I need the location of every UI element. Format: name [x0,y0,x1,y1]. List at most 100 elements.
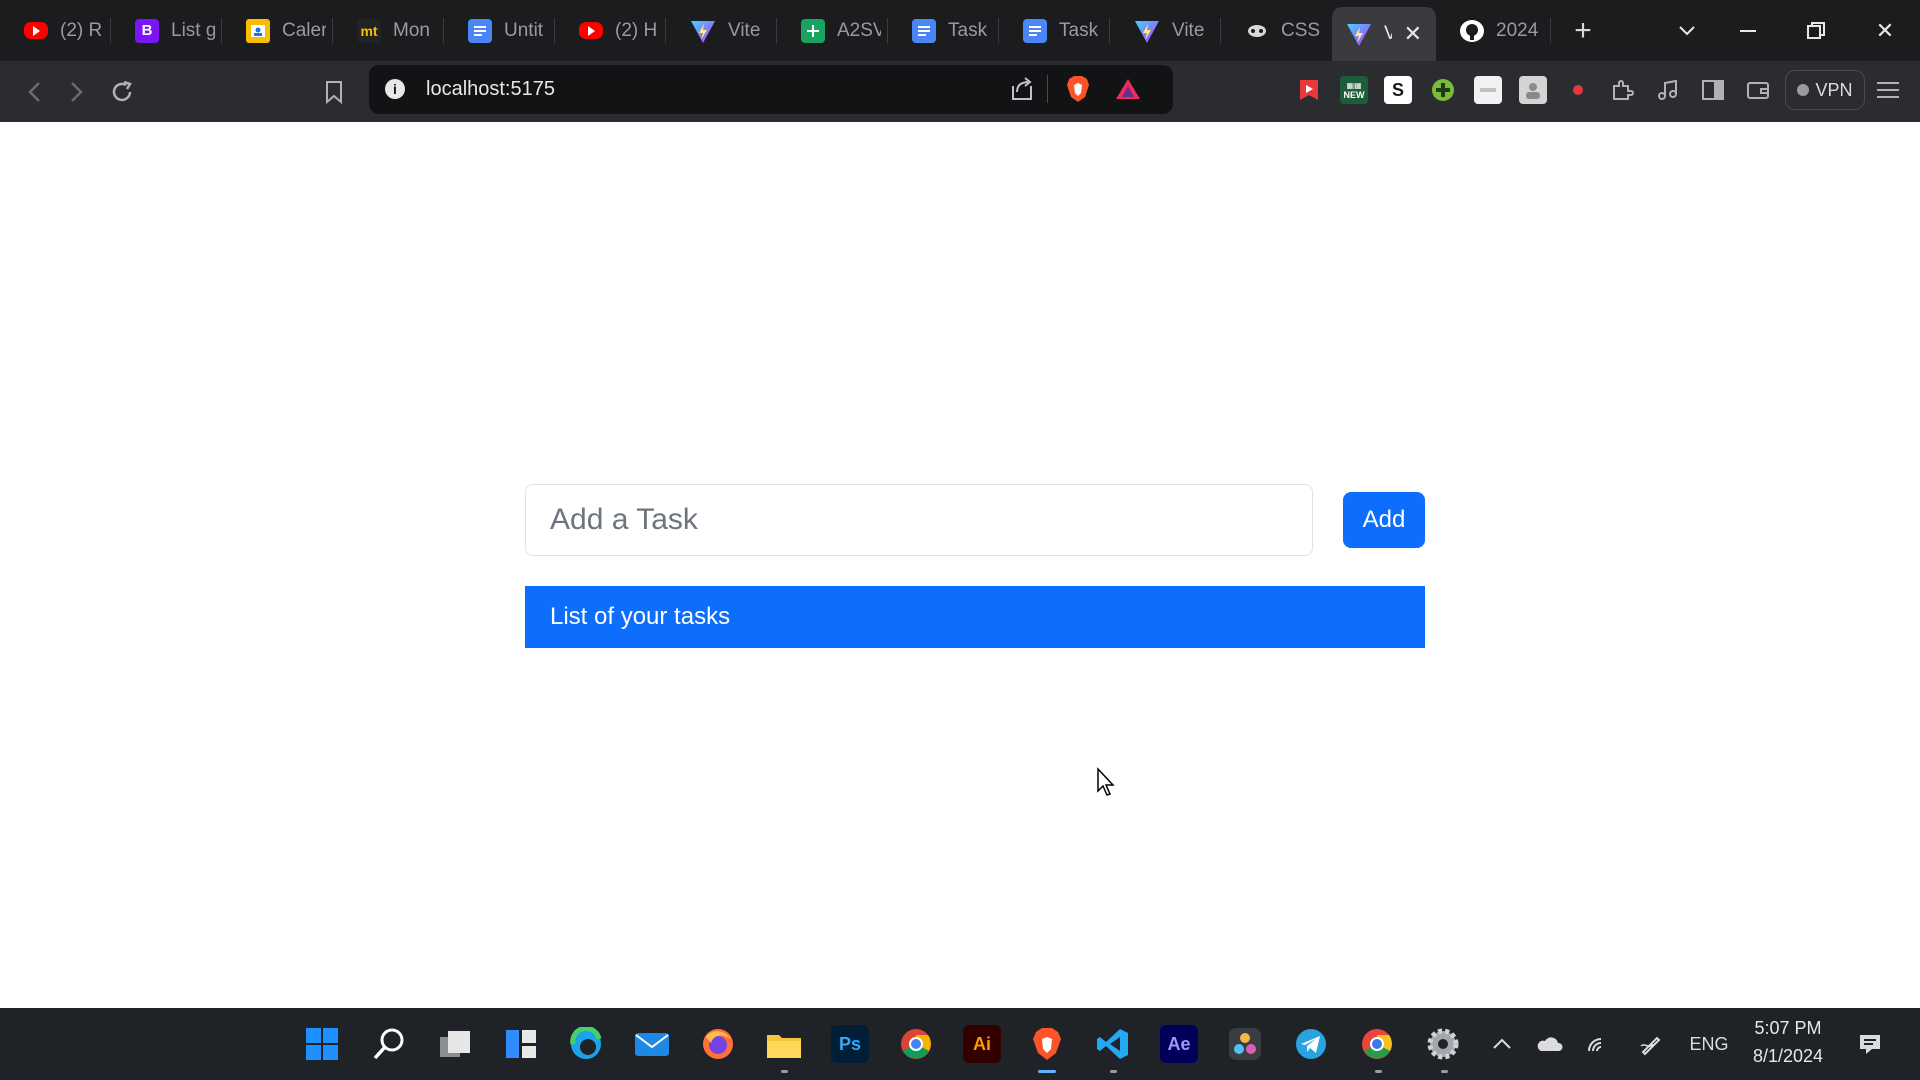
vite-icon [1134,18,1160,44]
bootstrap-icon: B [135,18,159,43]
firefox-icon[interactable] [699,1025,737,1063]
address-bar[interactable]: i localhost:5175 [369,65,1173,114]
telegram-icon[interactable] [1292,1025,1330,1063]
tab-label: Mon [393,19,430,41]
tab-label: Caler [282,19,326,41]
start-icon[interactable] [303,1025,341,1063]
tab[interactable]: Task [999,0,1110,61]
open-indicator [1441,1070,1448,1073]
tab-label: Vite [1172,19,1205,41]
puzzle-icon[interactable] [1608,76,1636,104]
open-indicator [1110,1070,1117,1073]
add-task-input[interactable] [525,484,1313,556]
tab-label: Vite [728,19,761,41]
brave-icon[interactable] [1028,1025,1066,1063]
plus-extension-icon[interactable] [1429,76,1457,104]
bookmark-icon[interactable] [314,61,354,122]
record-extension-icon[interactable] [1564,76,1592,104]
music-icon[interactable] [1654,76,1682,104]
tab-active[interactable]: V ✕ [1332,7,1436,61]
pen-icon[interactable] [1636,1022,1666,1066]
sidebar-icon[interactable] [1699,76,1727,104]
youtube-icon [24,22,48,39]
wallet-icon[interactable] [1744,76,1772,104]
calendar-icon [246,18,270,43]
chrome-canary-icon[interactable] [1358,1025,1396,1063]
share-icon[interactable] [1009,76,1035,107]
clock-time: 5:07 PM [1754,1018,1822,1038]
task-view-icon[interactable] [436,1025,474,1063]
photoshop-icon[interactable]: Ps [831,1025,869,1063]
widgets-icon[interactable] [502,1025,540,1063]
clock-date: 8/1/2024 [1752,1046,1824,1066]
tab[interactable]: Vite [1110,0,1221,61]
github-icon [1460,19,1484,42]
monkeytype-icon: mt [357,18,381,43]
settings-icon[interactable] [1424,1025,1462,1063]
clock[interactable]: 5:07 PM 8/1/2024 [1740,1014,1836,1070]
youtube-icon [579,22,603,39]
chrome-icon[interactable] [897,1025,935,1063]
tab-strip: (2) R B List g Caler mt Mon Untit (2) H [0,0,1920,61]
language-indicator[interactable]: ENG [1686,1022,1732,1066]
profile-extension-icon[interactable] [1519,76,1547,104]
back-button[interactable] [14,61,54,122]
file-explorer-icon[interactable] [765,1025,803,1063]
tab[interactable]: 2024 [1436,0,1551,61]
tab-label: Untit [504,19,544,41]
tab[interactable]: (2) R [0,0,111,61]
new-extension-icon[interactable]: ▦▦ NEW [1340,76,1368,104]
new-tab-button[interactable]: + [1559,7,1607,55]
tab-search-button[interactable] [1657,0,1717,61]
vscode-icon[interactable] [1094,1025,1132,1063]
a2sv-extension-icon[interactable] [1474,76,1502,104]
web-page [0,122,1920,1008]
divider [1047,75,1048,103]
add-button[interactable]: Add [1343,492,1425,548]
after-effects-icon[interactable]: Ae [1160,1025,1198,1063]
vpn-status-icon [1797,84,1810,96]
tab[interactable]: A2SV [777,0,888,61]
vpn-button[interactable]: VPN [1785,70,1865,110]
docs-icon [1023,18,1047,43]
task-list-title: List of your tasks [550,603,731,630]
tab[interactable]: CSS [1221,0,1332,61]
brave-rewards-icon[interactable] [1115,77,1141,106]
screen: (2) R B List g Caler mt Mon Untit (2) H [0,0,1920,1080]
tab-list: (2) R B List g Caler mt Mon Untit (2) H [0,0,1551,61]
tab[interactable]: (2) H [555,0,666,61]
brave-shields-icon[interactable] [1065,75,1091,108]
site-info-icon[interactable]: i [385,79,405,99]
tab[interactable]: Task [888,0,999,61]
mail-icon[interactable] [633,1025,671,1063]
close-window-button[interactable]: ✕ [1855,0,1915,61]
wifi-icon[interactable] [1584,1022,1614,1066]
onedrive-icon[interactable] [1534,1022,1564,1066]
tab-label: V [1384,23,1392,44]
tab[interactable]: Caler [222,0,333,61]
tab-label: Task [948,19,988,41]
illustrator-icon[interactable]: Ai [963,1025,1001,1063]
forward-button[interactable] [57,61,97,122]
davinci-resolve-icon[interactable] [1226,1025,1264,1063]
tab[interactable]: Vite [666,0,777,61]
tab[interactable]: Untit [444,0,555,61]
s-extension-icon[interactable]: S [1384,76,1412,104]
close-tab-icon[interactable]: ✕ [1404,21,1422,47]
url-text[interactable]: localhost:5175 [426,78,555,101]
search-icon[interactable] [370,1025,408,1063]
tab-label: Task [1059,19,1099,41]
minimize-button[interactable] [1718,0,1778,61]
mouse-cursor-icon [1096,767,1118,797]
tab-label: List g [171,19,215,41]
video-extension-icon[interactable] [1295,76,1323,104]
edge-icon[interactable] [567,1025,605,1063]
tab[interactable]: B List g [111,0,222,61]
menu-icon[interactable] [1874,76,1902,104]
show-hidden-icons-chevron-icon[interactable] [1488,1022,1516,1066]
tab-label: A2SV [837,19,881,41]
notifications-icon[interactable] [1855,1022,1885,1066]
restore-button[interactable] [1786,0,1846,61]
reload-button[interactable] [102,61,142,122]
tab[interactable]: mt Mon [333,0,444,61]
